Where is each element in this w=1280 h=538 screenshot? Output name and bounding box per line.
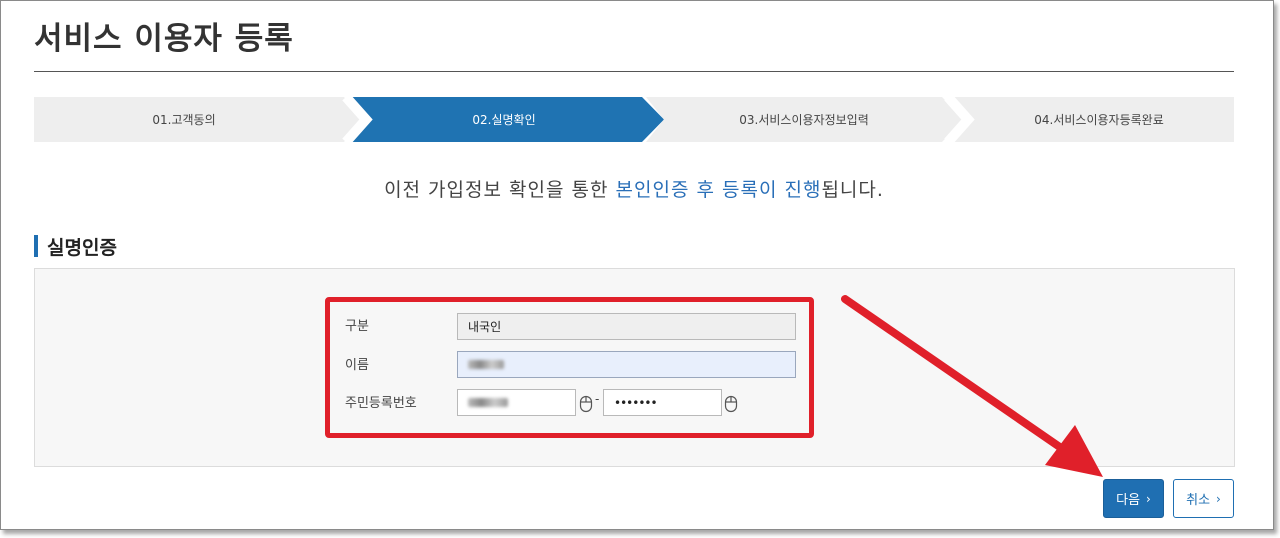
intro-text-part2: 됩니다. <box>821 179 884 201</box>
chevron-right-icon: › <box>1146 491 1151 506</box>
section-heading-bar <box>34 235 38 257</box>
next-button[interactable]: 다음 › <box>1103 479 1164 518</box>
highlight-box <box>325 297 814 438</box>
window-frame: 서비스 이용자 등록 01.고객동의 02.실명확인 03.서비스이용자정보입력… <box>0 0 1274 530</box>
step-4: 04.서비스이용자등록완료 <box>1034 113 1164 127</box>
next-button-label: 다음 <box>1116 493 1141 508</box>
title-divider <box>34 71 1234 72</box>
step-3: 03.서비스이용자정보입력 <box>739 113 869 127</box>
cancel-button-label: 취소 <box>1186 493 1211 508</box>
page-title: 서비스 이용자 등록 <box>34 21 294 57</box>
intro-text-part1: 이전 가입정보 확인을 통한 <box>384 179 616 201</box>
step-indicator: 01.고객동의 02.실명확인 03.서비스이용자정보입력 04.서비스이용자등… <box>34 97 1234 142</box>
section-heading-title: 실명인증 <box>47 236 117 259</box>
cancel-button[interactable]: 취소 › <box>1173 479 1234 518</box>
step-1: 01.고객동의 <box>152 113 216 127</box>
intro-text: 이전 가입정보 확인을 통한 본인인증 후 등록이 진행됩니다. <box>1 175 1267 202</box>
intro-text-highlight: 본인인증 후 등록이 진행 <box>615 179 822 201</box>
chevron-right-icon: › <box>1216 491 1221 506</box>
step-2-active: 02.실명확인 <box>472 113 536 127</box>
section-heading: 실명인증 <box>34 234 117 259</box>
arrow-annotation-icon <box>841 295 1103 477</box>
